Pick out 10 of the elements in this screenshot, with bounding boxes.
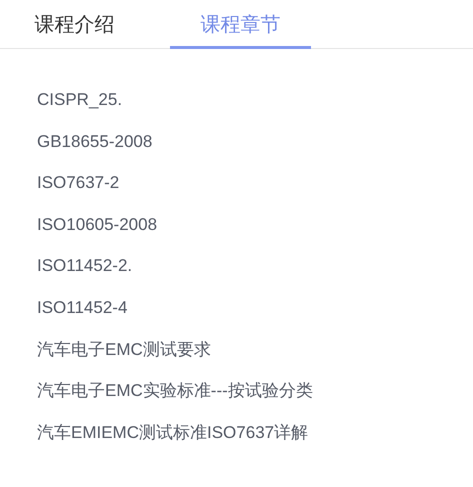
- chapter-link[interactable]: GB18655-2008: [37, 132, 152, 151]
- chapter-link[interactable]: ISO11452-4: [37, 298, 128, 317]
- chapter-link[interactable]: ISO7637-2: [37, 173, 120, 192]
- chapter-link[interactable]: CISPR_25.: [37, 90, 122, 109]
- chapter-link[interactable]: ISO10605-2008: [37, 214, 158, 234]
- chapter-link[interactable]: 汽车电子EMC测试要求: [37, 340, 211, 359]
- chapter-link[interactable]: 汽车电子EMC实验标准---按试验分类: [37, 381, 313, 400]
- chapter-link[interactable]: ISO11452-2.: [37, 256, 132, 276]
- tab[interactable]: 课程介绍: [4, 0, 145, 49]
- chapter-link[interactable]: 汽车EMIEMC测试标准ISO7637详解: [37, 422, 308, 442]
